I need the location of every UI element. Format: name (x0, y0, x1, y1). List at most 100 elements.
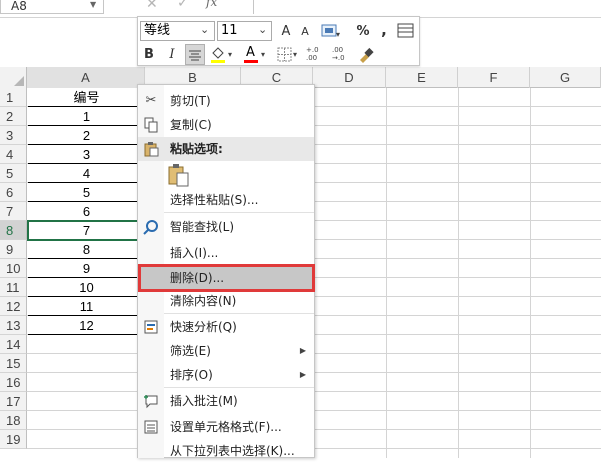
quick-analysis-icon (143, 319, 159, 335)
fill-color-button[interactable]: ▾ (209, 45, 237, 65)
enter-icon[interactable]: ✓ (177, 0, 189, 11)
cell-a4[interactable]: 3 (28, 145, 145, 164)
row-header-11[interactable]: 11 (0, 278, 27, 297)
active-cell-border (27, 220, 147, 241)
column-header-a[interactable]: A (27, 67, 145, 88)
column-header-d[interactable]: D (313, 67, 386, 88)
italic-button[interactable]: I (164, 45, 180, 65)
cell-a7[interactable]: 6 (28, 202, 145, 221)
name-box[interactable]: A8 (0, 0, 104, 14)
chevron-down-icon[interactable]: ⌄ (258, 23, 267, 36)
cell-a11[interactable]: 10 (28, 278, 145, 297)
row-header-17[interactable]: 17 (0, 392, 27, 411)
percent-style-button[interactable]: % (355, 22, 371, 42)
row-header-13[interactable]: 13 (0, 316, 27, 335)
paintbrush-icon (360, 47, 374, 63)
smart-lookup-icon (143, 219, 159, 235)
menu-item-label: 智能查找(L) (170, 220, 235, 234)
increase-decimal-button[interactable]: +.0 .00 (306, 46, 328, 64)
name-box-dropdown-icon[interactable]: ▼ (90, 0, 102, 12)
comma-style-button[interactable]: , (377, 20, 391, 40)
cell-a3[interactable]: 2 (28, 126, 145, 145)
cell-a13[interactable]: 12 (28, 316, 145, 335)
cell-a12[interactable]: 11 (28, 297, 145, 316)
cell-a6[interactable]: 5 (28, 183, 145, 202)
menu-item-format-cells[interactable]: 设置单元格格式(F)... (138, 415, 314, 439)
menu-item-copy[interactable]: 复制(C) (138, 113, 314, 137)
menu-item-cut[interactable]: ✂ 剪切(T) (138, 89, 314, 113)
row-header-15[interactable]: 15 (0, 354, 27, 373)
row-header-7[interactable]: 7 (0, 202, 27, 221)
menu-item-label: 粘贴选项: (170, 142, 223, 156)
cell-a5[interactable]: 4 (28, 164, 145, 183)
menu-item-filter[interactable]: 筛选(E) ▶ (138, 339, 314, 363)
menu-item-label: 插入批注(M) (170, 394, 238, 408)
svg-text:▾: ▾ (293, 50, 297, 59)
menu-item-insert[interactable]: 插入(I)... (138, 241, 314, 265)
submenu-arrow-icon: ▶ (299, 346, 306, 355)
accounting-format-icon[interactable]: ▾ (320, 23, 342, 40)
menu-item-label: 复制(C) (170, 118, 212, 132)
menu-item-label: 快速分析(Q) (170, 320, 237, 334)
format-painter-table-icon[interactable] (397, 23, 415, 39)
row-header-9[interactable]: 9 (0, 240, 27, 259)
menu-item-label: 从下拉列表中选择(K)... (170, 444, 295, 458)
row-header-1[interactable]: 1 (0, 88, 27, 107)
menu-item-smart-lookup[interactable]: 智能查找(L) (138, 215, 314, 239)
paste-clipboard-icon (168, 164, 189, 187)
increase-font-size-button[interactable]: A (279, 22, 293, 42)
decrease-font-size-button[interactable]: A (298, 22, 312, 42)
row-header-16[interactable]: 16 (0, 373, 27, 392)
row-header-12[interactable]: 12 (0, 297, 27, 316)
svg-text:▾: ▾ (261, 50, 265, 59)
menu-separator (164, 387, 314, 388)
font-color-letter: A (246, 45, 255, 60)
column-header-g[interactable]: G (530, 67, 601, 88)
menu-item-paste-special[interactable]: 选择性粘贴(S)... (138, 188, 314, 212)
format-painter-button[interactable] (356, 45, 376, 65)
cell-a10[interactable]: 9 (28, 259, 145, 278)
borders-icon: ▾ (277, 47, 297, 62)
row-header-8[interactable]: 8 (0, 221, 27, 240)
menu-item-pick-from-dropdown[interactable]: 从下拉列表中选择(K)... (138, 439, 314, 463)
cell-a2[interactable]: 1 (28, 107, 145, 126)
bold-button[interactable]: B (141, 45, 157, 65)
menu-item-sort[interactable]: 排序(O) ▶ (138, 363, 314, 387)
row-header-6[interactable]: 6 (0, 183, 27, 202)
menu-item-delete[interactable]: 删除(D)... (138, 264, 315, 292)
row-header-19[interactable]: 19 (0, 430, 27, 449)
column-header-e[interactable]: E (386, 67, 458, 88)
row-header-2[interactable]: 2 (0, 107, 27, 126)
select-all-triangle-icon (14, 76, 24, 86)
cell-a9[interactable]: 8 (28, 240, 145, 259)
copy-icon (143, 117, 159, 133)
paint-bucket-icon: ▾ (211, 47, 232, 63)
insert-function-button[interactable]: fx (206, 0, 217, 9)
row-header-3[interactable]: 3 (0, 126, 27, 145)
menu-item-paste-options: 粘贴选项: (138, 137, 314, 161)
comment-icon (143, 393, 159, 409)
row-header-10[interactable]: 10 (0, 259, 27, 278)
row-header-5[interactable]: 5 (0, 164, 27, 183)
formula-input[interactable] (253, 0, 601, 14)
chevron-down-icon[interactable]: ⌄ (200, 23, 209, 36)
format-cells-icon (143, 419, 159, 435)
submenu-arrow-icon: ▶ (299, 370, 306, 379)
cell-a1[interactable]: 编号 (28, 88, 145, 107)
paste-button[interactable] (168, 163, 190, 187)
decrease-decimal-button[interactable]: .00 →.0 (332, 46, 354, 64)
column-header-f[interactable]: F (458, 67, 530, 88)
font-color-button[interactable]: ▾ A (242, 45, 270, 65)
menu-item-quick-analysis[interactable]: 快速分析(Q) (138, 315, 314, 339)
menu-item-clear-contents[interactable]: 清除内容(N) (138, 289, 314, 313)
menu-item-label: 排序(O) (170, 368, 213, 382)
borders-button[interactable]: ▾ (275, 45, 301, 65)
row-header-4[interactable]: 4 (0, 145, 27, 164)
row-header-18[interactable]: 18 (0, 411, 27, 430)
align-center-button[interactable] (185, 44, 205, 65)
menu-item-label: 剪切(T) (170, 94, 211, 108)
row-header-14[interactable]: 14 (0, 335, 27, 354)
menu-item-label: 筛选(E) (170, 344, 211, 358)
menu-item-insert-comment[interactable]: 插入批注(M) (138, 389, 314, 413)
cancel-icon[interactable]: ✕ (146, 0, 158, 12)
